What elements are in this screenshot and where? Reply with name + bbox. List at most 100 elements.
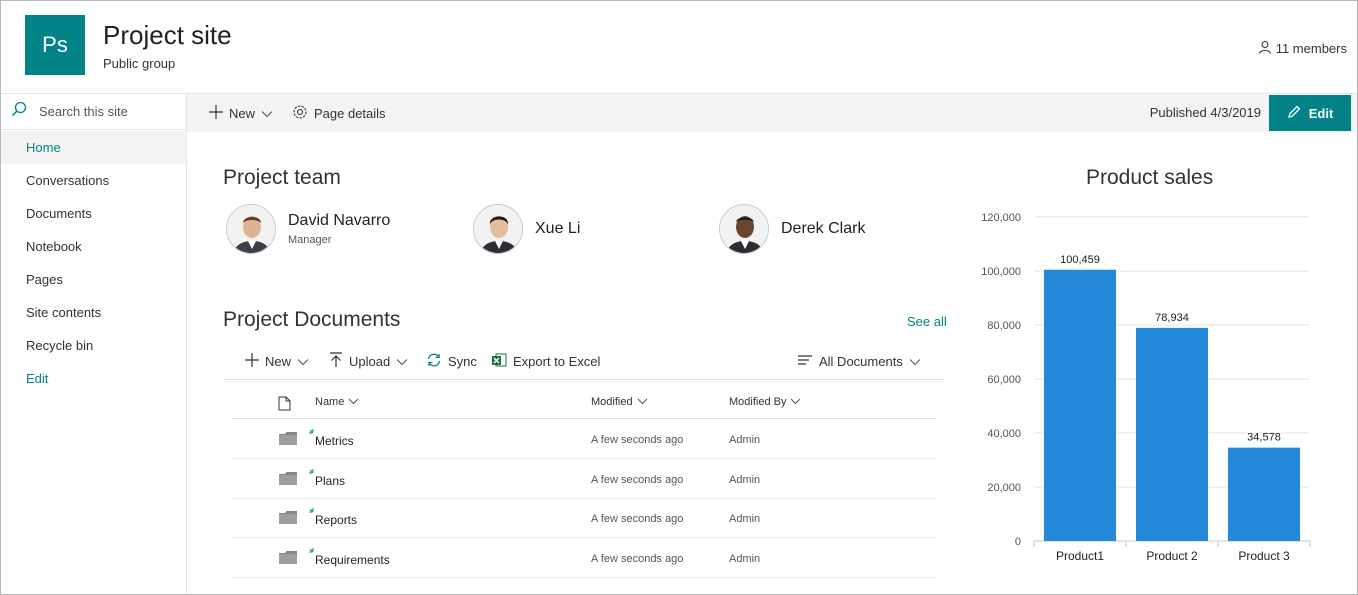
nav-item-home[interactable]: Home (1, 131, 186, 164)
column-header-name[interactable]: Name (315, 396, 359, 408)
column-header-modified-by[interactable]: Modified By (729, 396, 801, 408)
sync-icon (426, 352, 442, 371)
data-label: 100,459 (1060, 254, 1100, 266)
table-row[interactable]: Reports A few seconds ago Admin (231, 498, 937, 538)
member-name: Derek Clark (781, 220, 866, 237)
folder-icon (279, 511, 297, 529)
person-icon (1258, 40, 1272, 57)
published-status: Published 4/3/2019 (1149, 105, 1261, 120)
nav-item-documents[interactable]: Documents (1, 197, 186, 230)
nav-item-recycle-bin[interactable]: Recycle bin (1, 329, 186, 362)
search-input[interactable] (39, 104, 179, 119)
y-tick-label: 100,000 (981, 266, 1021, 278)
y-tick-label: 80,000 (987, 320, 1021, 332)
team-member-card[interactable]: Derek Clark (719, 204, 865, 254)
file-name-link[interactable]: Plans (315, 474, 345, 488)
view-selector[interactable]: All Documents (797, 349, 921, 373)
left-navigation: Home Conversations Documents Notebook Pa… (1, 94, 187, 594)
file-name-link[interactable]: Requirements (315, 553, 390, 567)
modified-cell: A few seconds ago (591, 513, 684, 525)
new-menu-button[interactable]: New (209, 94, 273, 132)
chevron-down-icon (909, 354, 921, 369)
member-name: Xue Li (535, 220, 581, 237)
export-to-excel-button[interactable]: Export to Excel (491, 349, 600, 373)
site-subtitle: Public group (103, 56, 176, 71)
plus-icon (209, 104, 223, 122)
list-view-icon (797, 354, 813, 369)
view-label: All Documents (819, 353, 903, 369)
product-sales-chart: 0 20,000 40,000 60,000 80,000 100,000 120,000 1… (981, 212, 1311, 563)
modified-cell: A few seconds ago (591, 553, 684, 565)
avatar (719, 204, 769, 254)
table-row[interactable]: Metrics A few seconds ago Admin (231, 419, 937, 459)
new-label: New (229, 105, 256, 121)
doc-new-label: New (265, 353, 292, 369)
y-tick-label: 0 (1015, 536, 1021, 548)
table-row[interactable]: Plans A few seconds ago Admin (231, 459, 937, 499)
search-icon (11, 101, 27, 122)
pencil-icon (1287, 105, 1301, 122)
bar (1228, 447, 1300, 541)
chevron-down-icon (637, 396, 648, 408)
y-tick-label: 20,000 (987, 482, 1021, 494)
excel-icon (491, 352, 507, 371)
column-label: Name (315, 396, 345, 408)
upload-button[interactable]: Upload (329, 349, 408, 373)
column-header-modified[interactable]: Modified (591, 396, 648, 408)
y-tick-label: 60,000 (987, 374, 1021, 386)
modified-by-cell: Admin (729, 513, 761, 525)
member-role: Manager (288, 234, 332, 246)
team-member-card[interactable]: Xue Li (473, 204, 580, 254)
nav-item-pages[interactable]: Pages (1, 263, 186, 296)
divider (223, 379, 945, 380)
folder-icon (279, 432, 297, 450)
nav-list: Home Conversations Documents Notebook Pa… (1, 131, 186, 395)
sync-label: Sync (448, 353, 477, 369)
table-row[interactable]: Requirements A few seconds ago Admin (231, 538, 937, 578)
chevron-down-icon (348, 396, 359, 408)
document-icon (278, 396, 291, 414)
team-member-card[interactable]: David Navarro Manager (226, 204, 390, 254)
export-label: Export to Excel (513, 353, 601, 369)
modified-cell: A few seconds ago (591, 434, 684, 446)
folder-icon (279, 551, 297, 569)
avatar (226, 204, 276, 254)
file-type-header[interactable] (278, 396, 291, 414)
members-button[interactable]: 11 members (1258, 40, 1347, 57)
upload-label: Upload (349, 353, 391, 369)
data-label: 78,934 (1155, 312, 1189, 324)
site-header: Ps Project site Public group 11 members (1, 1, 1357, 94)
project-documents-title: Project Documents (223, 308, 401, 331)
folder-icon (279, 472, 297, 490)
y-tick-label: 40,000 (987, 428, 1021, 440)
page-details-button[interactable]: Page details (292, 94, 386, 132)
chart-title: Product sales (1086, 166, 1214, 189)
sync-button[interactable]: Sync (426, 349, 477, 373)
avatar (473, 204, 523, 254)
see-all-link[interactable]: See all (907, 314, 947, 329)
edit-label: Edit (1308, 105, 1334, 121)
modified-by-cell: Admin (729, 553, 761, 565)
column-label: Modified By (729, 396, 787, 408)
member-name: David Navarro (288, 212, 391, 229)
x-tick-label: Product 2 (1146, 549, 1198, 563)
file-name-link[interactable]: Reports (315, 513, 357, 527)
nav-edit-link[interactable]: Edit (1, 362, 186, 395)
site-title[interactable]: Project site (103, 20, 232, 51)
gear-icon (292, 104, 308, 123)
data-label: 34,578 (1247, 432, 1281, 444)
nav-item-notebook[interactable]: Notebook (1, 230, 186, 263)
site-search[interactable] (1, 94, 186, 130)
file-name-link[interactable]: Metrics (315, 434, 354, 448)
column-label: Modified (591, 396, 633, 408)
modified-by-cell: Admin (729, 434, 761, 446)
upload-icon (329, 351, 343, 371)
site-logo[interactable]: Ps (25, 15, 85, 75)
nav-item-site-contents[interactable]: Site contents (1, 296, 186, 329)
nav-item-conversations[interactable]: Conversations (1, 164, 186, 197)
doc-new-button[interactable]: New (245, 349, 309, 373)
bar (1136, 327, 1208, 541)
chevron-down-icon (790, 396, 801, 408)
edit-page-button[interactable]: Edit (1269, 95, 1351, 131)
project-team-title: Project team (223, 166, 341, 189)
